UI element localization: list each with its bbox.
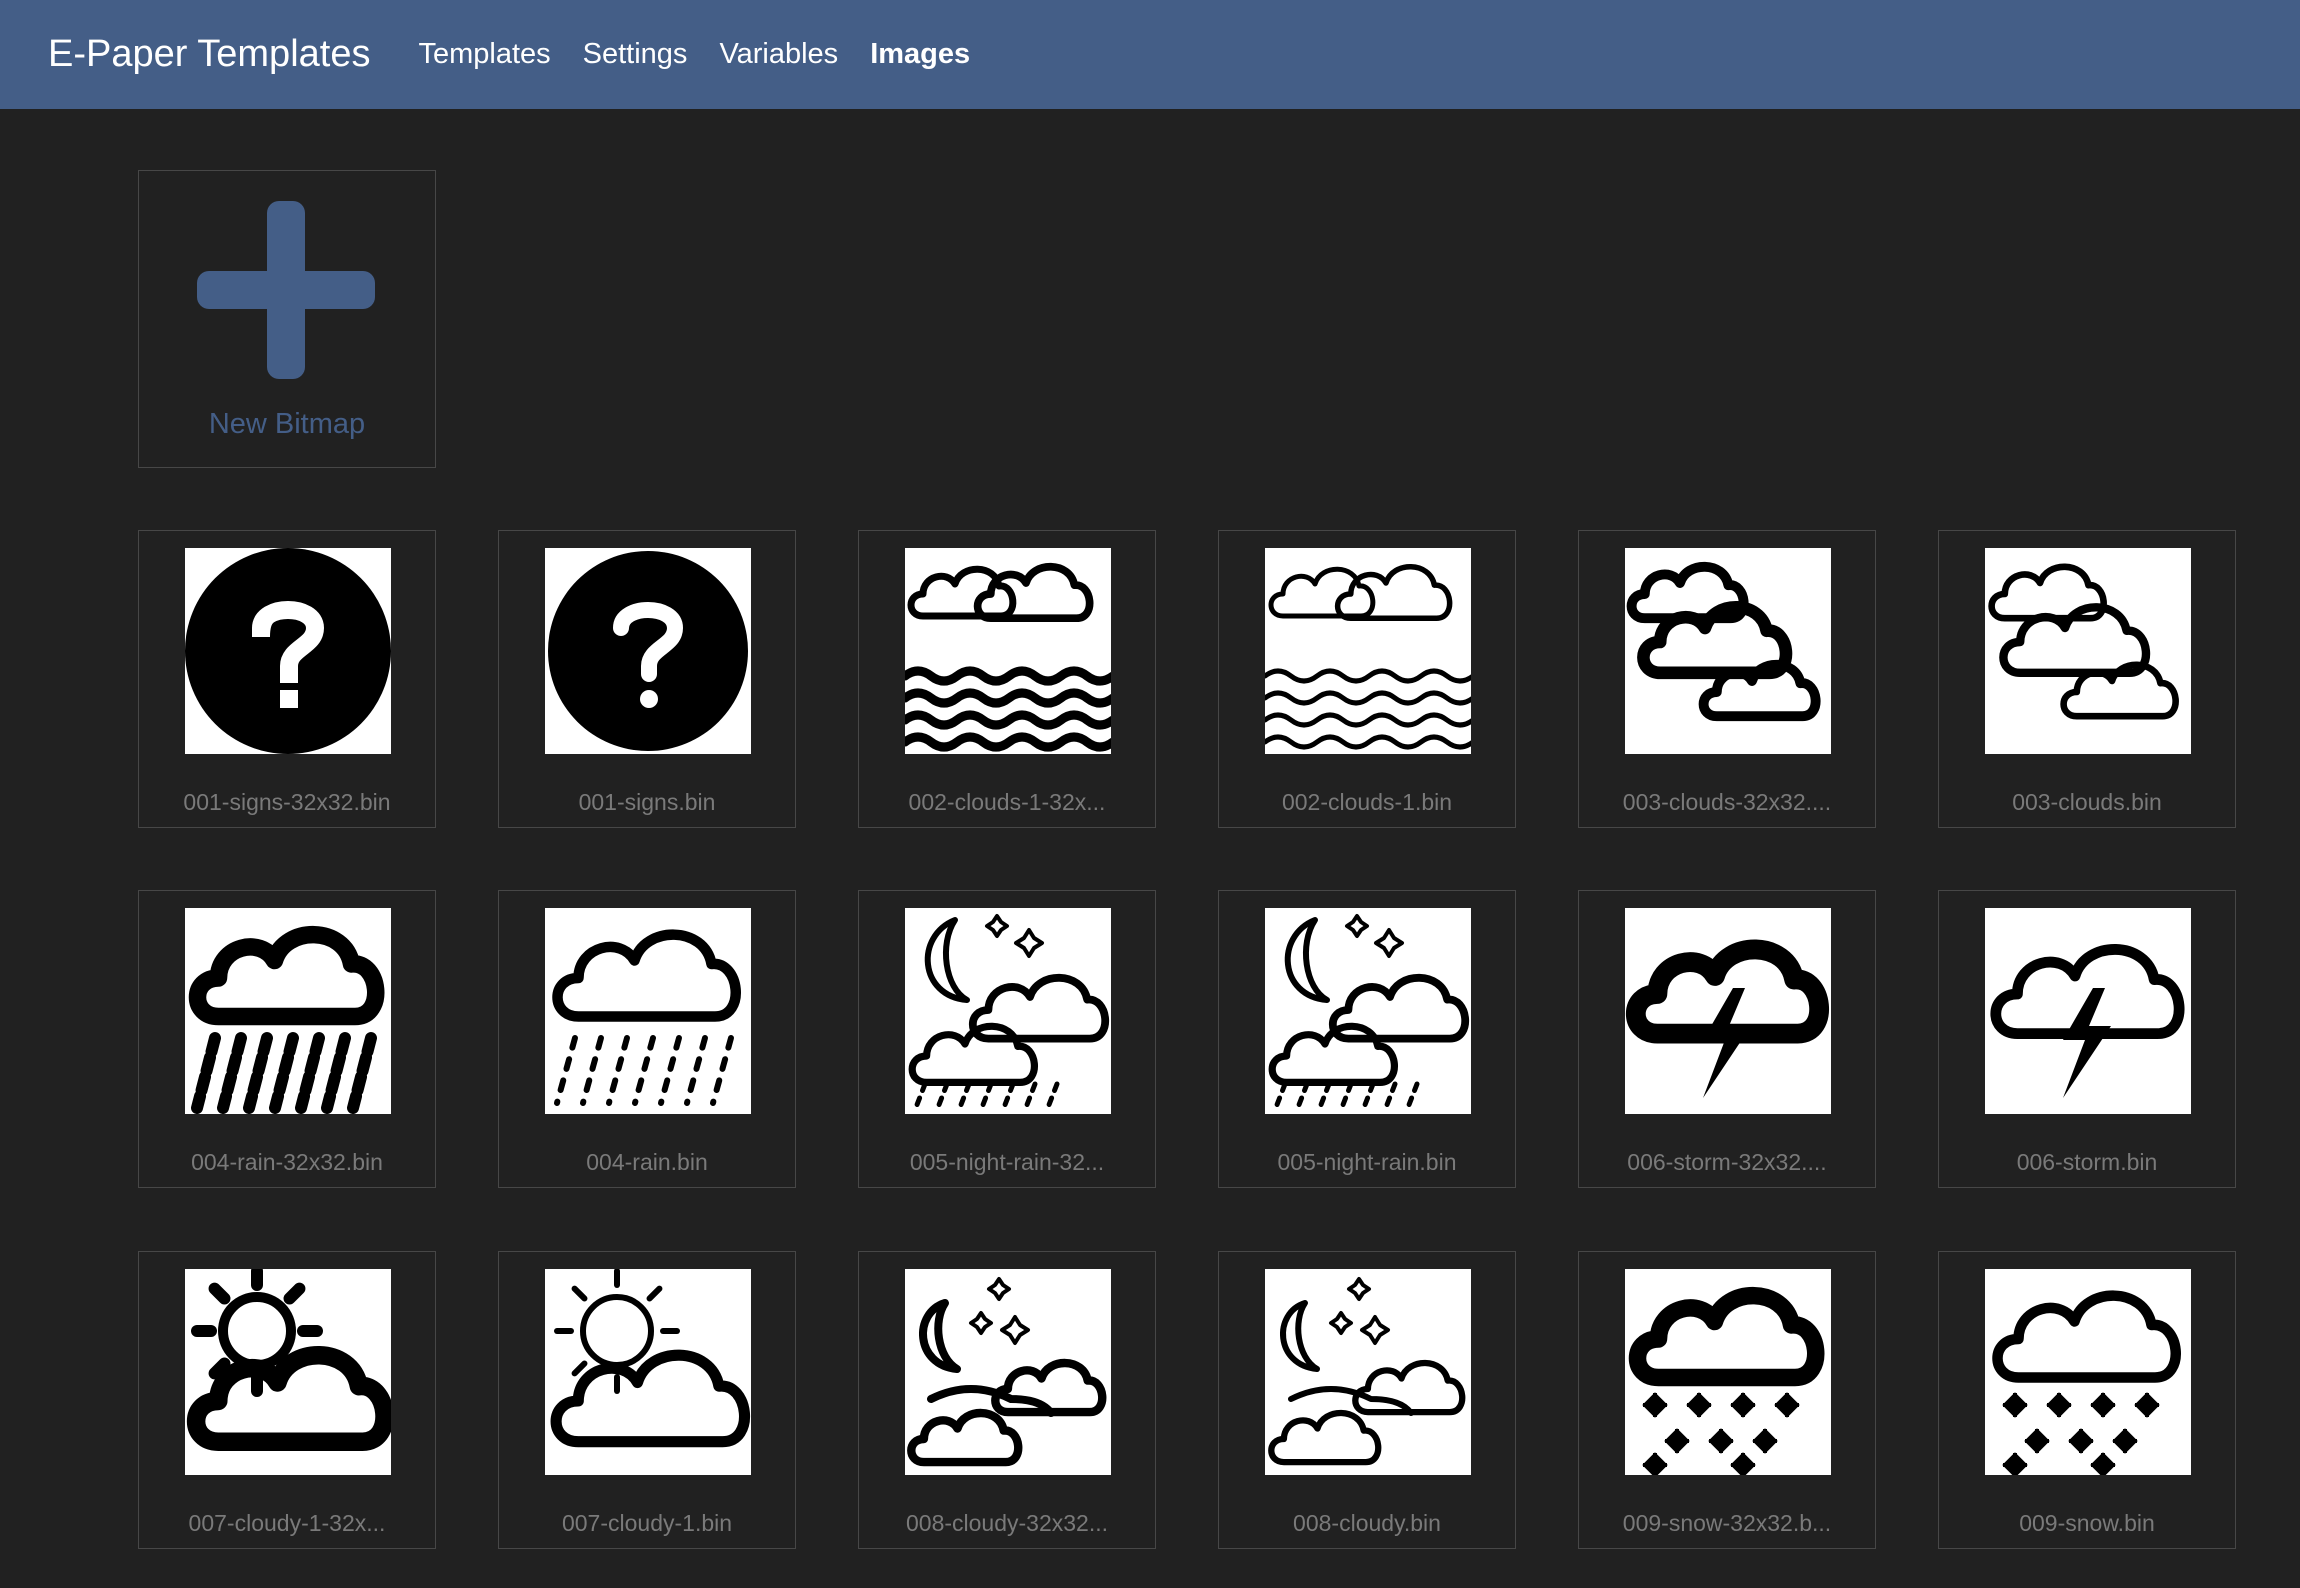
clouds-icon	[1626, 561, 1821, 722]
nav-settings[interactable]: Settings	[583, 38, 688, 71]
image-tile[interactable]: 001-signs.bin	[498, 530, 796, 828]
bitmap-thumbnail	[1985, 908, 2191, 1114]
clouds-waves-icon	[905, 562, 1111, 752]
bitmap-thumbnail	[905, 1269, 1111, 1475]
night-rain-icon	[1268, 914, 1469, 1113]
image-filename: 009-snow-32x32.b...	[1622, 1510, 1832, 1536]
bitmap-thumbnail	[1625, 1269, 1831, 1475]
navbar: E-Paper Templates Templates Settings Var…	[0, 0, 2300, 109]
night-rain-icon	[908, 914, 1109, 1113]
nav-images[interactable]: Images	[870, 38, 970, 71]
image-filename: 002-clouds-1-32x...	[908, 789, 1106, 815]
bitmap-thumbnail	[1985, 548, 2191, 754]
plus-icon	[197, 201, 375, 379]
question-icon	[185, 548, 391, 754]
image-filename: 006-storm-32x32....	[1627, 1149, 1827, 1175]
image-tile[interactable]: 009-snow.bin	[1938, 1251, 2236, 1549]
image-tile[interactable]: 002-clouds-1-32x...	[858, 530, 1156, 828]
bitmap-thumbnail	[1265, 1269, 1471, 1475]
clouds-icon	[1988, 563, 2179, 720]
image-filename: 006-storm.bin	[2016, 1149, 2158, 1175]
image-filename: 009-snow.bin	[2019, 1510, 2155, 1536]
bitmap-thumbnail	[185, 548, 391, 754]
image-tile[interactable]: 006-storm.bin	[1938, 890, 2236, 1188]
sun-cloud-icon	[186, 1269, 391, 1451]
bitmap-thumbnail	[1985, 1269, 2191, 1475]
image-filename: 003-clouds.bin	[2012, 789, 2162, 815]
bitmap-thumbnail	[1265, 908, 1471, 1114]
rain-icon	[188, 925, 385, 1114]
sun-cloud-icon	[550, 1269, 750, 1448]
image-filename: 004-rain.bin	[586, 1149, 708, 1175]
image-filename: 005-night-rain.bin	[1277, 1149, 1457, 1175]
image-tile[interactable]: 007-cloudy-1.bin	[498, 1251, 796, 1549]
clouds-waves-icon	[1265, 564, 1471, 750]
storm-icon	[1990, 944, 2185, 1098]
image-filename: 004-rain-32x32.bin	[191, 1149, 383, 1175]
snow-icon	[1992, 1290, 2181, 1475]
bitmap-thumbnail	[545, 908, 751, 1114]
image-tile[interactable]: 008-cloudy-32x32...	[858, 1251, 1156, 1549]
image-filename: 007-cloudy-1-32x...	[188, 1510, 386, 1536]
image-tile[interactable]: 003-clouds-32x32....	[1578, 530, 1876, 828]
night-cloudy-icon	[1268, 1277, 1466, 1466]
bitmap-thumbnail	[545, 1269, 751, 1475]
bitmap-thumbnail	[185, 1269, 391, 1475]
question-icon	[548, 551, 748, 751]
image-filename: 008-cloudy.bin	[1293, 1510, 1441, 1536]
nav-variables[interactable]: Variables	[719, 38, 838, 71]
brand-title[interactable]: E-Paper Templates	[48, 33, 370, 76]
image-tile[interactable]: 001-signs-32x32.bin	[138, 530, 436, 828]
bitmap-thumbnail	[905, 548, 1111, 754]
nav-templates[interactable]: Templates	[418, 38, 550, 71]
bitmap-thumbnail	[1625, 908, 1831, 1114]
image-filename: 001-signs.bin	[578, 789, 716, 815]
new-bitmap-button[interactable]: New Bitmap	[138, 170, 436, 468]
storm-icon	[1626, 939, 1829, 1098]
rain-icon	[552, 929, 741, 1106]
image-tile[interactable]: 005-night-rain.bin	[1218, 890, 1516, 1188]
bitmap-thumbnail	[905, 908, 1111, 1114]
image-filename: 007-cloudy-1.bin	[561, 1510, 733, 1536]
image-tile[interactable]: 008-cloudy.bin	[1218, 1251, 1516, 1549]
new-bitmap-label: New Bitmap	[208, 408, 366, 440]
night-cloudy-icon	[907, 1277, 1107, 1467]
image-tile[interactable]: 002-clouds-1.bin	[1218, 530, 1516, 828]
image-filename: 001-signs-32x32.bin	[183, 789, 391, 815]
image-tile[interactable]: 004-rain.bin	[498, 890, 796, 1188]
image-filename: 002-clouds-1.bin	[1281, 789, 1453, 815]
bitmap-thumbnail	[545, 548, 751, 754]
image-tile[interactable]: 003-clouds.bin	[1938, 530, 2236, 828]
image-tile[interactable]: 006-storm-32x32....	[1578, 890, 1876, 1188]
bitmap-thumbnail	[185, 908, 391, 1114]
bitmap-thumbnail	[1265, 548, 1471, 754]
image-filename: 008-cloudy-32x32...	[905, 1510, 1108, 1536]
snow-icon	[1628, 1286, 1825, 1475]
bitmap-thumbnail	[1625, 548, 1831, 754]
image-filename: 005-night-rain-32...	[909, 1149, 1105, 1175]
image-filename: 003-clouds-32x32....	[1622, 789, 1832, 815]
image-tile[interactable]: 005-night-rain-32...	[858, 890, 1156, 1188]
image-tile[interactable]: 007-cloudy-1-32x...	[138, 1251, 436, 1549]
image-tile[interactable]: 004-rain-32x32.bin	[138, 890, 436, 1188]
image-tile[interactable]: 009-snow-32x32.b...	[1578, 1251, 1876, 1549]
